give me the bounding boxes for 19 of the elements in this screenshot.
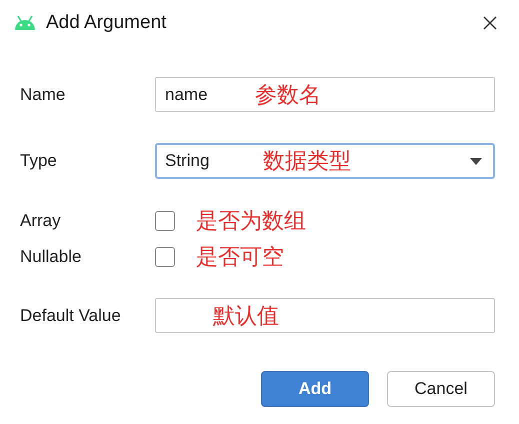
field-label: Default Value bbox=[20, 306, 122, 326]
caret-icon bbox=[470, 158, 482, 164]
field-label: Nullable bbox=[20, 247, 82, 267]
checkbox[interactable] bbox=[155, 211, 175, 231]
checkbox[interactable] bbox=[155, 247, 175, 267]
annotation-text: 参数名 bbox=[255, 82, 321, 110]
annotation-text: 默认值 bbox=[213, 302, 279, 330]
input-field[interactable] bbox=[155, 298, 495, 333]
cancel-button[interactable]: Cancel bbox=[387, 371, 495, 407]
field-label: Name bbox=[20, 84, 66, 104]
window-title: Add Argument bbox=[46, 12, 166, 34]
annotation-text: 是否为数组 bbox=[196, 208, 306, 236]
annotation-text: 数据类型 bbox=[263, 148, 351, 176]
android-icon bbox=[13, 14, 37, 30]
annotation-text: 是否可空 bbox=[196, 244, 284, 272]
field-label: Array bbox=[20, 211, 62, 231]
close-icon[interactable] bbox=[483, 16, 497, 30]
field-label: Type bbox=[20, 151, 58, 171]
add-button[interactable]: Add bbox=[261, 371, 369, 407]
